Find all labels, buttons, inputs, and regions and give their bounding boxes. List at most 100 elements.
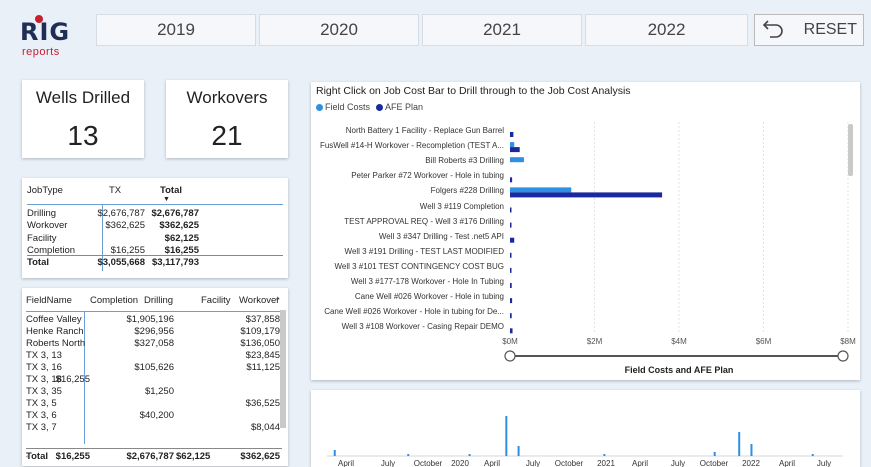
afe-plan-bar[interactable] [510,267,512,273]
kpi-title: Wells Drilled [35,88,131,107]
kpi-value: 13 [67,120,99,151]
table-cell: $62,125 [164,232,199,244]
x-tick-label: $4M [671,337,687,346]
chart-scrollbar-thumb[interactable] [848,124,853,176]
logo-text: RIG [20,18,71,46]
kpi-wells-drilled-card[interactable]: Wells Drilled 13 [22,80,144,158]
x-tick-label: April [484,459,500,467]
timeline-bar[interactable] [603,454,606,456]
field-cost-bar[interactable] [510,157,524,163]
jobtype-table-card: JobType TX Total ▼ Drilling $2,676,787 $2,… [22,178,288,278]
year-button-2019[interactable]: 2019 [96,14,256,46]
kpi-title: Workovers [186,88,268,107]
year-button-2020[interactable]: 2020 [259,14,419,46]
afe-plan-bar[interactable] [510,222,512,228]
table-row[interactable]: Workover $362,625 $362,625 [27,219,283,232]
zoom-slider-start-handle[interactable] [504,350,516,362]
scroll-up-icon[interactable]: ^ [276,294,279,307]
rig-reports-logo: RIG reports [16,15,86,60]
timeline-bar[interactable] [468,454,471,456]
timeline-bar[interactable] [738,432,741,456]
table-row[interactable]: TX 3, 7 $8,044 [26,421,282,434]
table-row[interactable]: Drilling $2,676,787 $2,676,787 [27,207,283,220]
afe-plan-bar[interactable] [510,283,512,288]
table-cell: $3,117,793 [151,257,199,269]
column-header[interactable]: FieldName [26,294,72,307]
undo-arrow-icon [762,20,783,38]
afe-plan-bar[interactable] [510,313,512,319]
table-total-row[interactable]: Total $3,055,668 $3,117,793 [27,256,283,269]
logo-dot [35,15,43,23]
scroll-left-icon[interactable]: < [26,454,30,461]
table-cell: $362,625 [159,220,199,232]
column-header[interactable]: TX [109,184,121,197]
header-divider [26,311,282,312]
zoom-slider-end-handle[interactable] [837,350,849,362]
x-tick-label: April [779,459,795,467]
afe-plan-bar[interactable] [510,328,513,334]
scroll-right-icon[interactable]: > [266,454,270,461]
x-tick-label: July [381,459,395,467]
table-header-row: JobType TX Total ▼ [27,184,283,203]
year-button-2021[interactable]: 2021 [422,14,582,46]
timeline-bar[interactable] [407,454,410,456]
x-tick-label: $2M [587,337,603,346]
field-table-card: FieldName Completion Drilling Facility W… [22,288,288,466]
x-tick-label: April [632,459,648,467]
column-header[interactable]: Facility [201,294,231,307]
table-cell: TX 3, 7 [26,422,57,433]
bar-chart-svg: $0M $2M $4M $6M $8M Field Costs and AFE Plan [502,122,856,375]
x-tick-label: $8M [840,337,856,346]
afe-plan-bar[interactable] [510,207,512,213]
table-row[interactable]: Facility $62,125 [27,232,283,245]
column-header[interactable]: Workover [239,294,279,307]
timeline-bar[interactable] [333,450,336,456]
afe-plan-bar[interactable] [510,237,515,243]
timeline-bar[interactable] [505,416,508,456]
table-cell: $8,044 [250,422,280,433]
afe-plan-bar[interactable] [510,192,663,198]
afe-plan-bar[interactable] [510,177,513,183]
x-tick-label: 2022 [742,459,760,467]
total-divider [27,255,283,257]
timeline-chart-card: April July October 2020 April July October 2021… [311,390,860,467]
job-cost-bar-chart-card: Right Click on Job Cost Bar to Drill thr… [311,82,860,380]
reset-button[interactable]: RESET [754,14,864,46]
timeline-bar[interactable] [811,454,814,456]
table-header-row: FieldName Completion Drilling Facility W… [26,294,282,307]
column-header[interactable]: JobType [27,184,63,197]
afe-plan-bar[interactable] [510,147,520,153]
timeline-chart-svg: April July October 2020 April July October 2021… [327,416,843,467]
x-axis-title: Field Costs and AFE Plan [625,365,734,375]
afe-plan-bar[interactable] [510,298,513,304]
x-tick-label: July [526,459,540,467]
table-cell: Facility [27,232,57,244]
afe-plan-bar[interactable] [510,132,514,137]
timeline-bar[interactable] [713,452,716,456]
column-header[interactable]: Drilling [144,294,173,307]
field-cost-bar[interactable] [510,187,572,193]
x-tick-label: October [414,459,443,467]
reset-label: RESET [803,21,857,38]
x-tick-label: $6M [756,337,772,346]
header-divider [27,204,283,205]
x-tick-label: 2021 [597,459,615,467]
x-tick-label: 2020 [451,459,469,467]
afe-plan-bar[interactable] [510,252,512,258]
vertical-scrollbar-thumb[interactable] [280,310,286,428]
field-cost-bar[interactable] [510,142,515,148]
x-tick-label: April [338,459,354,467]
kpi-value: 21 [211,120,243,151]
x-tick-label: October [700,459,729,467]
total-divider [26,448,282,449]
horizontal-scrollbar[interactable]: < > [24,454,280,464]
timeline-bar[interactable] [750,444,753,456]
logo-subtext: reports [22,46,60,58]
column-header[interactable]: Completion [90,294,138,307]
x-tick-label: $0M [502,337,518,346]
timeline-bar[interactable] [517,446,520,456]
x-tick-label: October [555,459,584,467]
table-cell: $2,676,787 [151,208,199,219]
kpi-workovers-card[interactable]: Workovers 21 [166,80,288,158]
year-button-2022[interactable]: 2022 [585,14,748,46]
